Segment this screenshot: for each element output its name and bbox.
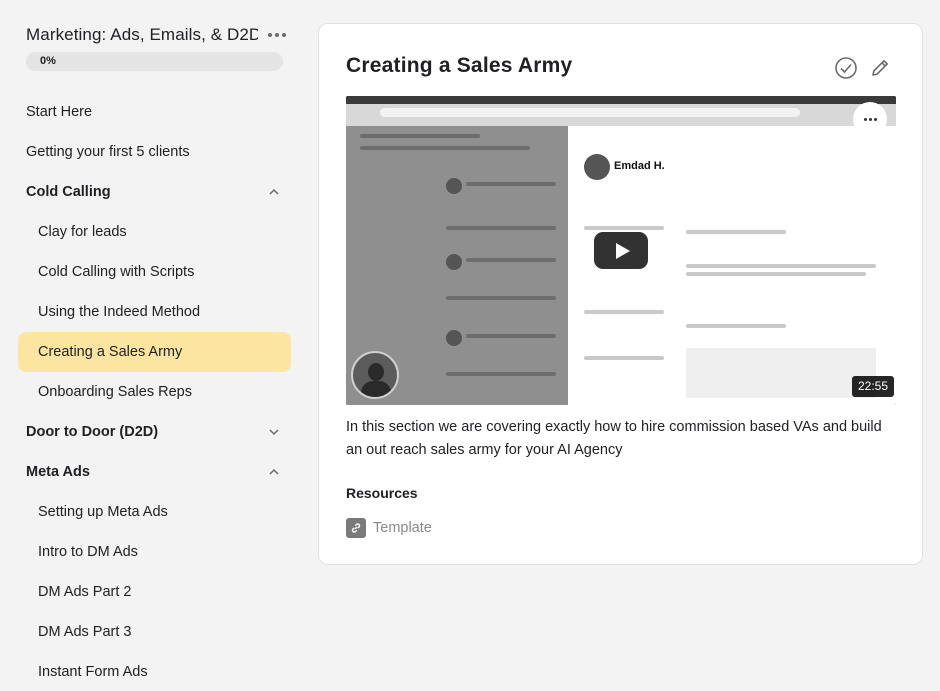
course-title: Marketing: Ads, Emails, & D2D to…: [26, 25, 258, 44]
link-icon: [346, 518, 366, 538]
play-icon: [615, 242, 630, 259]
nav-item-onboarding-sales-reps[interactable]: Onboarding Sales Reps: [0, 372, 310, 412]
nav-item-instant-form-ads[interactable]: Instant Form Ads: [0, 652, 310, 691]
video-thumb-name: Emdad H.: [614, 160, 665, 172]
lesson-title: Creating a Sales Army: [346, 54, 573, 77]
video-thumb-line: [584, 356, 664, 360]
more-dot-icon: [282, 33, 286, 37]
nav-item-start-here[interactable]: Start Here: [0, 92, 310, 132]
video-thumb-avatar: [446, 178, 462, 194]
nav-item-label: Instant Form Ads: [38, 664, 148, 680]
lesson-description: In this section we are covering exactly …: [346, 419, 882, 458]
video-thumb-line: [466, 334, 556, 338]
video-thumb-line: [360, 146, 530, 150]
nav-item-label: Getting your first 5 clients: [26, 144, 190, 160]
video-thumb-url: [380, 108, 800, 117]
nav-item-dm-ads-part-2[interactable]: DM Ads Part 2: [0, 572, 310, 612]
course-progress-bar: 0%: [26, 52, 283, 71]
video-thumb-line: [584, 226, 664, 230]
nav-item-label: Using the Indeed Method: [38, 304, 201, 320]
nav-item-setting-up-meta-ads[interactable]: Setting up Meta Ads: [0, 492, 310, 532]
video-thumb-line: [466, 258, 556, 262]
lesson-nav: Start Here Getting your first 5 clients …: [0, 92, 310, 691]
nav-item-label: Start Here: [26, 104, 93, 120]
video-thumb-summary-box: [686, 348, 876, 398]
nav-item-first-5-clients[interactable]: Getting your first 5 clients: [0, 132, 310, 172]
nav-item-dm-ads-part-3[interactable]: DM Ads Part 3: [0, 612, 310, 652]
more-dot-icon: [868, 117, 872, 121]
video-thumb-avatar: [446, 254, 462, 270]
nav-section-label: Meta Ads: [26, 464, 90, 480]
nav-section-label: Door to Door (D2D): [26, 424, 159, 440]
video-thumb-line: [446, 226, 556, 230]
more-dot-icon: [275, 33, 279, 37]
chevron-down-icon: [269, 429, 279, 436]
avatar-body: [361, 381, 391, 397]
nav-item-label: DM Ads Part 2: [38, 584, 132, 600]
more-options-button[interactable]: [266, 22, 288, 48]
video-thumb-line: [686, 264, 876, 268]
avatar-head: [368, 363, 384, 381]
more-dot-icon: [863, 117, 867, 121]
video-thumb-line: [686, 324, 786, 328]
video-thumb-line: [446, 296, 556, 300]
nav-section-meta-ads[interactable]: Meta Ads: [0, 452, 310, 492]
nav-item-label: Intro to DM Ads: [38, 544, 138, 560]
nav-item-creating-sales-army[interactable]: Creating a Sales Army: [18, 332, 291, 372]
nav-item-indeed-method[interactable]: Using the Indeed Method: [0, 292, 310, 332]
video-thumb-avatar: [584, 154, 610, 180]
video-thumb-line: [466, 182, 556, 186]
video-thumb-line: [686, 230, 786, 234]
video-thumb-avatar: [446, 330, 462, 346]
lesson-card: Creating a Sales Army Emdad H. 22:55 In …: [318, 23, 923, 565]
resource-link-template[interactable]: Template: [346, 517, 432, 539]
video-duration: 22:55: [852, 376, 895, 397]
more-dot-icon: [873, 117, 877, 121]
video-thumb-line: [686, 272, 866, 276]
nav-item-cold-calling-scripts[interactable]: Cold Calling with Scripts: [0, 252, 310, 292]
resources-heading: Resources: [346, 485, 418, 501]
course-header: Marketing: Ads, Emails, & D2D to…: [26, 22, 288, 48]
course-sidebar: Marketing: Ads, Emails, & D2D to… 0% Sta…: [0, 0, 310, 691]
play-button[interactable]: [594, 232, 648, 269]
nav-section-door-to-door[interactable]: Door to Door (D2D): [0, 412, 310, 452]
chevron-up-icon: [269, 468, 279, 475]
video-thumb-line: [446, 372, 556, 376]
nav-section-label: Cold Calling: [26, 184, 111, 200]
edit-pencil-icon[interactable]: [869, 57, 891, 79]
nav-item-label: DM Ads Part 3: [38, 624, 132, 640]
video-thumb-line: [584, 310, 664, 314]
progress-label: 0%: [40, 55, 56, 67]
nav-item-label: Cold Calling with Scripts: [38, 264, 195, 280]
chevron-up-icon: [269, 188, 279, 195]
nav-item-label: Clay for leads: [38, 224, 127, 240]
nav-item-intro-dm-ads[interactable]: Intro to DM Ads: [0, 532, 310, 572]
mark-complete-check-icon[interactable]: [834, 56, 858, 80]
nav-item-label: Setting up Meta Ads: [38, 504, 168, 520]
nav-item-clay-for-leads[interactable]: Clay for leads: [0, 212, 310, 252]
video-thumb-line: [360, 134, 480, 138]
video-thumb-os-bar: [346, 96, 896, 104]
video-more-button[interactable]: [853, 102, 887, 136]
nav-item-label: Onboarding Sales Reps: [38, 384, 192, 400]
resource-label: Template: [373, 520, 432, 536]
video-player[interactable]: Emdad H. 22:55: [346, 96, 896, 405]
channel-avatar[interactable]: [351, 351, 399, 399]
nav-section-cold-calling[interactable]: Cold Calling: [0, 172, 310, 212]
more-dot-icon: [268, 33, 272, 37]
nav-item-label: Creating a Sales Army: [38, 344, 183, 360]
